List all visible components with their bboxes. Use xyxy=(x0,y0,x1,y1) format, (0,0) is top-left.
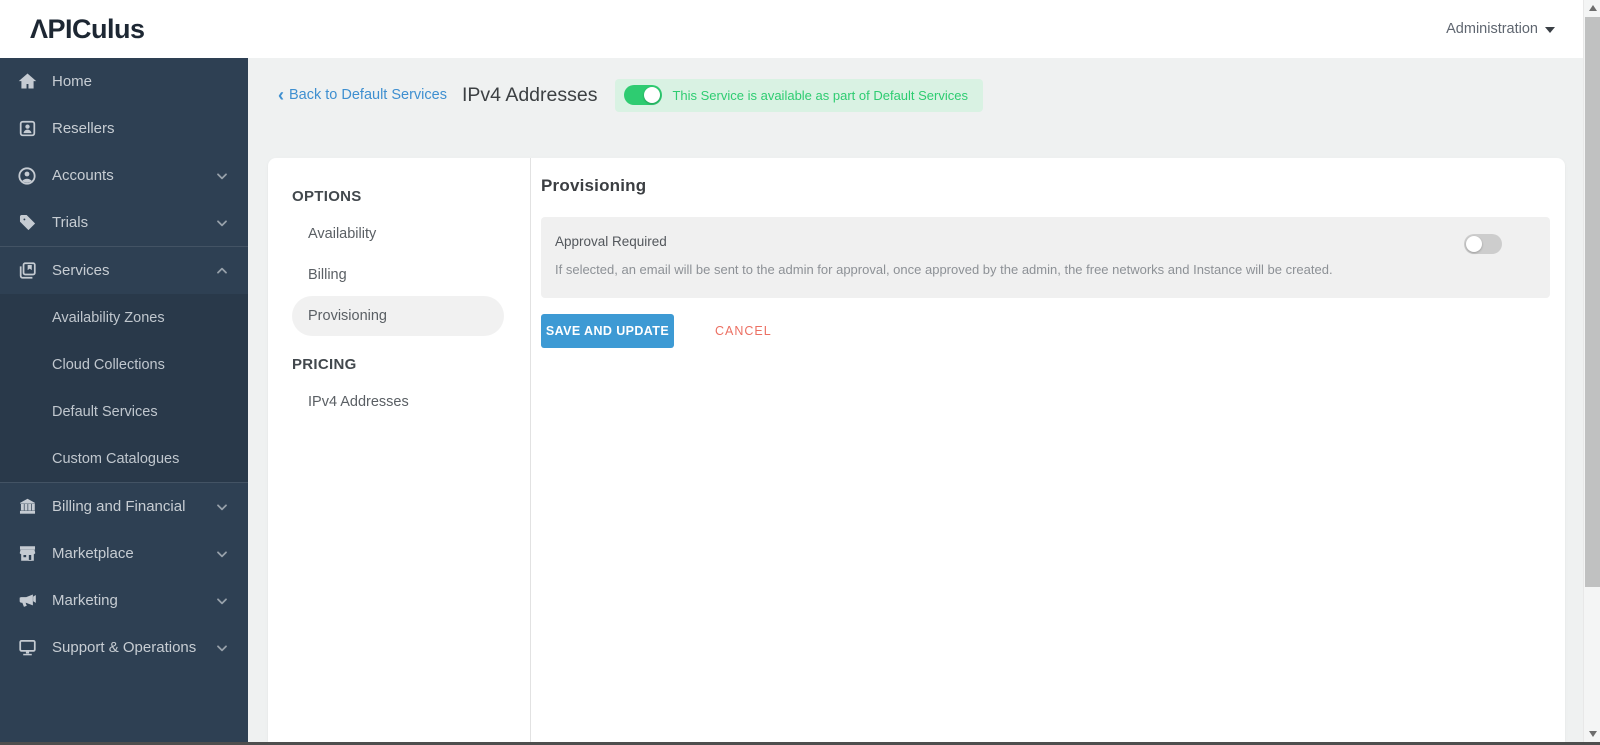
sidebar-item-services[interactable]: Services xyxy=(0,247,248,294)
menu-item-billing[interactable]: Billing xyxy=(292,255,504,295)
back-chevron-icon: ‹ xyxy=(278,85,284,105)
sidebar-subitem-label: Availability Zones xyxy=(52,309,165,326)
sidebar-item-label: Accounts xyxy=(52,167,114,184)
default-service-badge: This Service is available as part of Def… xyxy=(615,78,983,112)
provisioning-heading: Provisioning xyxy=(541,176,647,195)
administration-label: Administration xyxy=(1446,21,1538,37)
sidebar-item-label: Trials xyxy=(52,214,89,231)
top-bar: ΛPICulus Administration xyxy=(0,0,1583,58)
sidebar-item-label: Marketing xyxy=(52,592,118,609)
scroll-down-arrow-icon xyxy=(1588,731,1597,737)
sidebar-item-support-operations[interactable]: Support & Operations xyxy=(0,624,248,671)
sidebar-item-resellers[interactable]: Resellers xyxy=(0,105,248,152)
sidebar-item-label: Resellers xyxy=(52,120,115,137)
sidebar-item-marketing[interactable]: Marketing xyxy=(0,577,248,624)
approval-required-toggle[interactable] xyxy=(1464,234,1502,254)
sidebar-item-marketplace[interactable]: Marketplace xyxy=(0,530,248,577)
scroll-up-arrow-icon xyxy=(1588,5,1597,11)
back-link-label: Back to Default Services xyxy=(289,87,447,103)
apiculus-logo: ΛPICulus xyxy=(30,13,145,44)
toggle-knob xyxy=(644,87,661,103)
chevron-up-icon xyxy=(214,263,230,279)
approval-required-label: Approval Required xyxy=(555,234,667,249)
approval-required-description: If selected, an email will be sent to th… xyxy=(555,262,1333,277)
resellers-icon xyxy=(16,118,38,140)
sidebar-subitem-label: Cloud Collections xyxy=(52,356,165,373)
accounts-icon xyxy=(16,165,38,187)
sidebar-item-trials[interactable]: Trials xyxy=(0,199,248,246)
back-to-default-services-link[interactable]: ‹ Back to Default Services xyxy=(278,85,447,105)
sidebar-subitem-label: Default Services xyxy=(52,403,158,420)
default-service-badge-text: This Service is available as part of Def… xyxy=(672,87,968,103)
menu-item-label: Billing xyxy=(308,267,347,283)
sidebar-item-home[interactable]: Home xyxy=(0,58,248,105)
sidebar-subitem-cloud-collections[interactable]: Cloud Collections xyxy=(0,341,248,388)
sidebar-subitem-custom-catalogues[interactable]: Custom Catalogues xyxy=(0,435,248,482)
trials-icon xyxy=(16,212,38,234)
cancel-button[interactable]: CANCEL xyxy=(715,324,772,338)
sidebar-item-billing-and-financial[interactable]: Billing and Financial xyxy=(0,483,248,530)
default-service-toggle[interactable] xyxy=(624,85,663,105)
caret-down-icon xyxy=(1545,27,1555,33)
chevron-down-icon xyxy=(214,593,230,609)
sidebar-nav: Home Resellers Accounts Trials Services … xyxy=(0,58,248,742)
app-window: ΛPICulus Administration Home Resellers A… xyxy=(0,0,1600,745)
chevron-down-icon xyxy=(214,168,230,184)
options-section-header: OPTIONS xyxy=(292,188,362,205)
page-title: IPv4 Addresses xyxy=(461,83,598,106)
sidebar-subitem-label: Custom Catalogues xyxy=(52,450,180,467)
monitor-icon xyxy=(16,637,38,659)
chevron-down-icon xyxy=(214,640,230,656)
menu-item-label: Availability xyxy=(308,226,377,242)
services-icon xyxy=(16,260,38,282)
administration-dropdown[interactable]: Administration xyxy=(1446,21,1555,37)
pricing-section-header: PRICING xyxy=(292,356,357,373)
menu-item-provisioning[interactable]: Provisioning xyxy=(292,296,504,336)
sidebar-item-label: Marketplace xyxy=(52,545,134,562)
storefront-icon xyxy=(16,543,38,565)
services-submenu: Availability Zones Cloud Collections Def… xyxy=(0,294,248,482)
menu-item-ipv4-addresses[interactable]: IPv4 Addresses xyxy=(292,382,504,422)
menu-item-availability[interactable]: Availability xyxy=(292,214,504,254)
page-header: ‹ Back to Default Services IPv4 Addresse… xyxy=(278,77,983,113)
chevron-down-icon xyxy=(214,215,230,231)
sidebar-item-label: Services xyxy=(52,262,110,279)
sidebar-item-label: Billing and Financial xyxy=(52,498,186,515)
home-icon xyxy=(16,71,38,93)
save-and-update-button[interactable]: SAVE AND UPDATE xyxy=(541,314,674,348)
menu-item-label: Provisioning xyxy=(308,308,387,324)
settings-card: OPTIONS Availability Billing Provisionin… xyxy=(268,158,1565,742)
sidebar-item-label: Support & Operations xyxy=(52,639,197,656)
sidebar-item-label: Home xyxy=(52,73,93,90)
megaphone-icon xyxy=(16,590,38,612)
action-buttons: SAVE AND UPDATE CANCEL xyxy=(541,314,1550,348)
main-content-area: ‹ Back to Default Services IPv4 Addresse… xyxy=(248,58,1583,742)
vertical-scrollbar[interactable] xyxy=(1583,0,1600,745)
sidebar-subitem-availability-zones[interactable]: Availability Zones xyxy=(0,294,248,341)
sidebar-subitem-default-services[interactable]: Default Services xyxy=(0,388,248,435)
options-menu: OPTIONS Availability Billing Provisionin… xyxy=(268,158,531,742)
scroll-down-button[interactable] xyxy=(1584,726,1600,742)
scroll-up-button[interactable] xyxy=(1584,0,1600,16)
chevron-down-icon xyxy=(214,499,230,515)
provisioning-panel: Provisioning Approval Required If select… xyxy=(531,158,1565,742)
chevron-down-icon xyxy=(214,546,230,562)
sidebar-item-accounts[interactable]: Accounts xyxy=(0,152,248,199)
scrollbar-thumb[interactable] xyxy=(1585,17,1600,587)
toggle-knob xyxy=(1466,236,1482,252)
bank-icon xyxy=(16,496,38,518)
menu-item-label: IPv4 Addresses xyxy=(308,394,409,410)
approval-required-setting: Approval Required If selected, an email … xyxy=(541,217,1550,298)
